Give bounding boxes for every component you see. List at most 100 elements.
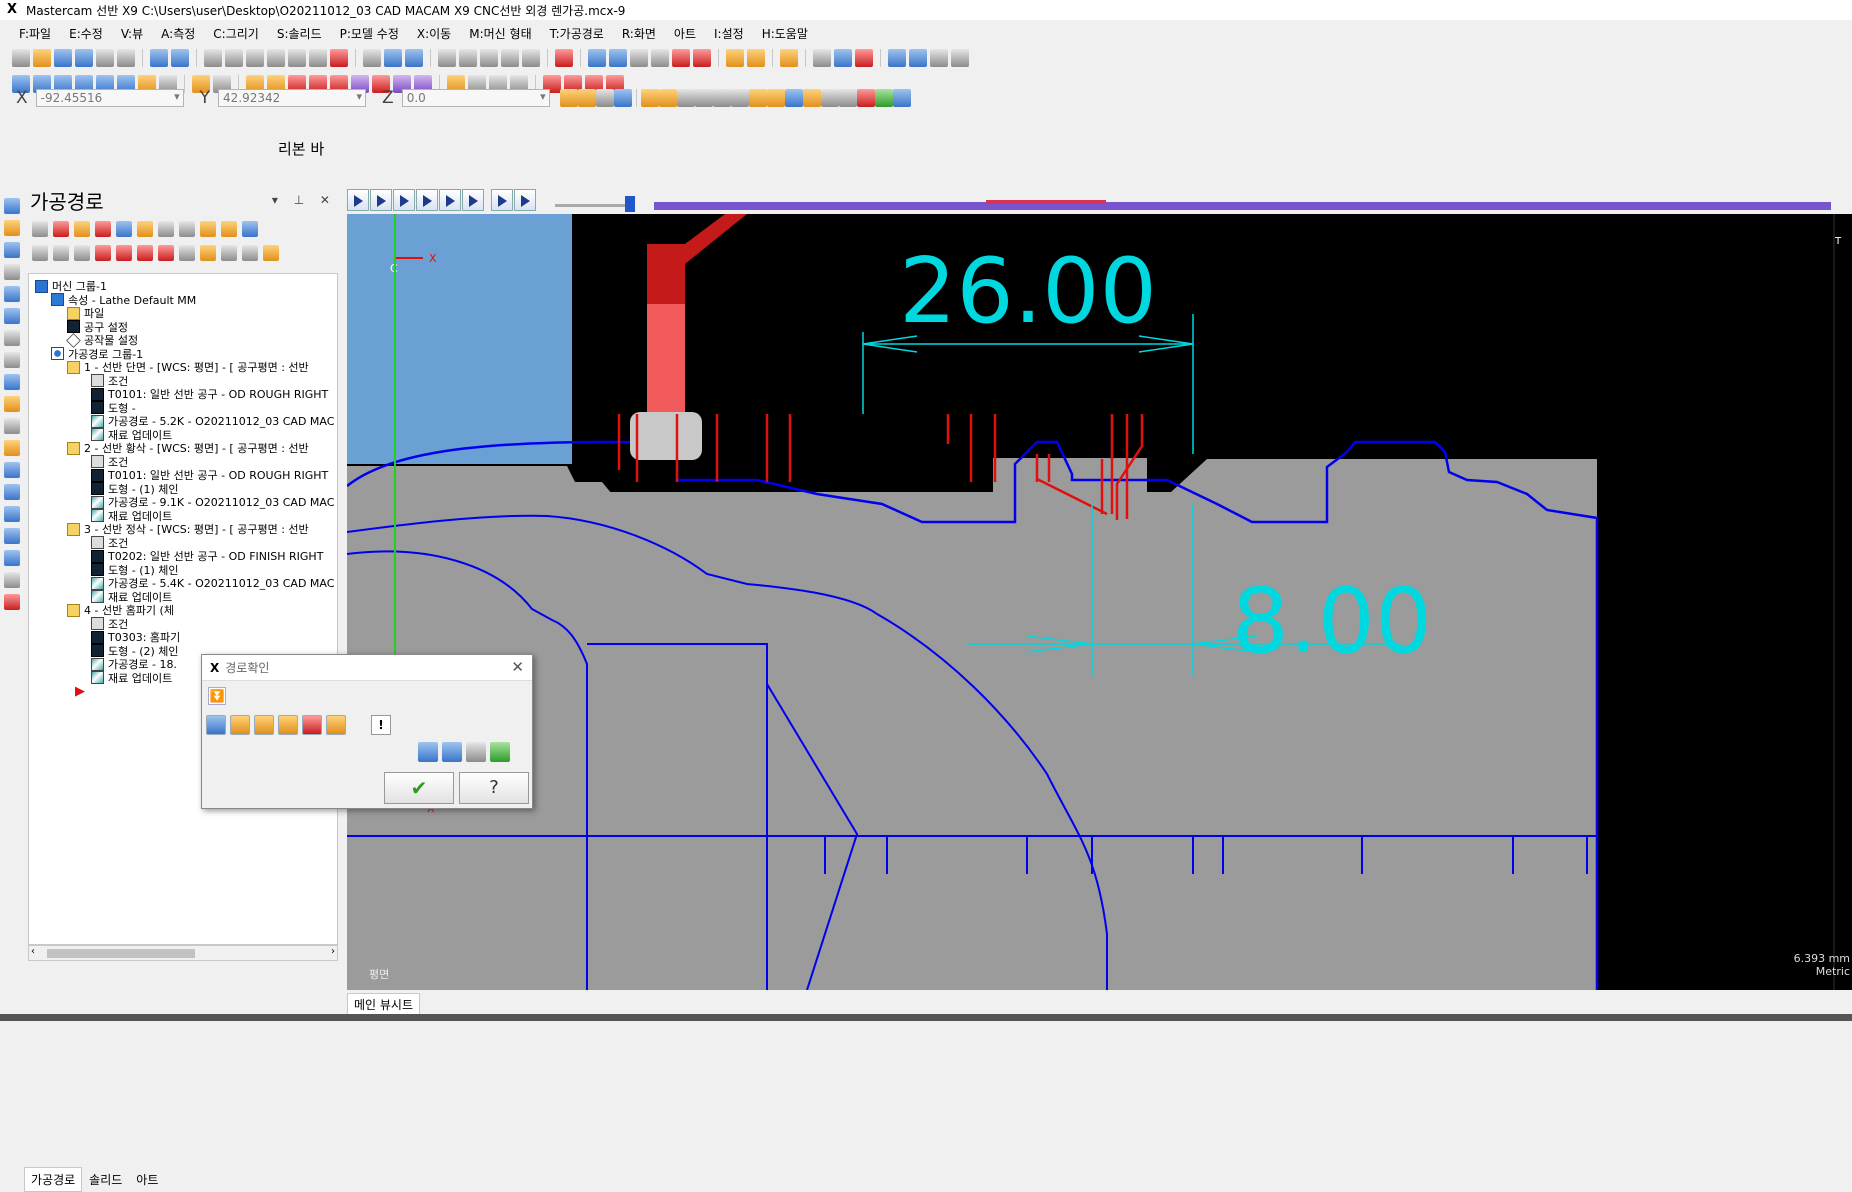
view-top-icon[interactable] [438,49,456,67]
lock-op-icon[interactable] [221,221,237,237]
solid-selection-icon[interactable] [676,89,695,107]
step-back-button[interactable] [416,189,438,211]
rotate-part-icon[interactable] [206,715,226,735]
backplot-icon[interactable] [116,221,132,237]
pan-icon[interactable] [405,49,423,67]
autocursor-override-icon[interactable] [595,89,614,107]
tool-manager-icon[interactable] [263,245,279,261]
zoom-target-icon[interactable] [246,49,264,67]
menu-item-4[interactable]: C:그리기 [204,25,268,42]
info-icon[interactable]: ! [371,715,391,735]
zoom-icon[interactable] [288,49,306,67]
menu-item-9[interactable]: T:가공경로 [541,25,613,42]
menu-item-0[interactable]: F:파일 [10,25,60,42]
tab-solids[interactable]: 솔리드 [82,1167,129,1192]
expand-icon[interactable] [242,245,258,261]
toggle-posting-icon[interactable] [74,245,90,261]
face-op-icon[interactable] [4,198,20,214]
step-display-icon[interactable] [326,715,346,735]
menu-item-13[interactable]: H:도움말 [753,25,817,42]
regenerate-icon[interactable] [74,221,90,237]
thread-op-icon[interactable] [4,286,20,302]
select-all-ops-icon[interactable] [32,221,48,237]
verify-icon[interactable] [137,221,153,237]
quick-op-icon[interactable] [4,418,20,434]
cancel-selection-icon[interactable] [856,89,875,107]
rotate-icon[interactable] [363,49,381,67]
chain-select-icon[interactable] [712,89,731,107]
grid-icon[interactable] [951,49,969,67]
tailstock-op-icon[interactable] [4,528,20,544]
contour-op-icon[interactable] [4,462,20,478]
help-icon[interactable] [613,89,632,107]
plugin-icon[interactable] [888,49,906,67]
drill-op-icon[interactable] [4,330,20,346]
tree-horizontal-scrollbar[interactable]: ‹ › [28,945,338,961]
new-file-icon[interactable] [12,49,30,67]
camera-icon[interactable] [466,742,486,762]
speed-slider[interactable] [555,196,635,212]
verify-selection-icon[interactable] [820,89,839,107]
canned-op-icon[interactable] [4,352,20,368]
group-icon[interactable] [221,245,237,261]
print-icon[interactable] [96,49,114,67]
undo-icon[interactable] [150,49,168,67]
shaded-edges-icon[interactable] [651,49,669,67]
graphics-viewport[interactable]: 26.00 8.00 C X Y X T 평면 6.393 m [347,214,1852,990]
finish-op-icon[interactable] [4,242,20,258]
tab-main-viewsheet[interactable]: 메인 뷰시트 [347,992,421,1016]
fit-screen-icon[interactable] [204,49,222,67]
wireframe-icon[interactable] [588,49,606,67]
query-icon[interactable] [813,49,831,67]
groove-op-icon[interactable] [4,264,20,280]
tab-toolpaths[interactable]: 가공경로 [24,1167,83,1192]
fast-point-icon[interactable] [577,89,596,107]
accept-selection-icon[interactable] [874,89,893,107]
menu-item-7[interactable]: X:이동 [408,25,460,42]
analyze-icon[interactable] [780,49,798,67]
cursor-select-icon[interactable] [730,89,749,107]
chuck-op-icon[interactable] [4,550,20,566]
move-down-icon[interactable] [95,245,111,261]
unzoom-icon[interactable] [309,49,327,67]
help-button[interactable]: ? [459,772,529,804]
menu-item-10[interactable]: R:화면 [613,25,665,42]
select-feature-icon[interactable] [802,89,821,107]
zoom-out-icon[interactable] [330,49,348,67]
repaint-icon[interactable] [225,49,243,67]
insert-arrow-icon[interactable]: ▶ [75,683,85,699]
select-only-icon[interactable] [658,89,677,107]
regenerate-dirty-icon[interactable] [95,221,111,237]
rough-op-icon[interactable] [4,220,20,236]
stock-op-icon[interactable] [4,506,20,522]
menu-item-11[interactable]: 아트 [665,25,705,42]
expand-options-icon[interactable]: ⏬ [208,687,226,705]
view-iso-icon[interactable] [501,49,519,67]
cross-op-icon[interactable] [4,484,20,500]
move-up-icon[interactable] [116,245,132,261]
step-forward-button[interactable] [439,189,461,211]
scroll-arrow-icon[interactable] [158,245,174,261]
menu-item-12[interactable]: I:설정 [705,25,753,42]
toolpath-color-icon[interactable] [418,742,438,762]
speed-slider-knob[interactable] [625,196,635,212]
ok-button[interactable]: ✔ [384,772,454,804]
scroll-left-icon[interactable]: ‹ [31,946,35,957]
dynamic-rotate-icon[interactable] [384,49,402,67]
view-lathe-icon[interactable] [522,49,540,67]
tree-node[interactable]: 재료 업데이트 [91,670,172,686]
lock-icon[interactable] [32,245,48,261]
redo-icon[interactable] [171,49,189,67]
break-icon[interactable] [747,49,765,67]
menu-item-2[interactable]: V:뷰 [112,25,152,42]
view-options-icon[interactable] [555,49,573,67]
steady-rest-op-icon[interactable] [4,572,20,588]
lock-selection-icon[interactable] [838,89,857,107]
misc-op-icon[interactable] [4,440,20,456]
playback-progress-track[interactable] [654,200,1831,210]
menu-item-8[interactable]: M:머신 형태 [460,25,540,42]
y-coord-field[interactable]: 42.92342 [218,89,367,107]
menu-item-1[interactable]: E:수정 [60,25,112,42]
step-back-full-button[interactable] [393,189,415,211]
save-as-icon[interactable] [75,49,93,67]
